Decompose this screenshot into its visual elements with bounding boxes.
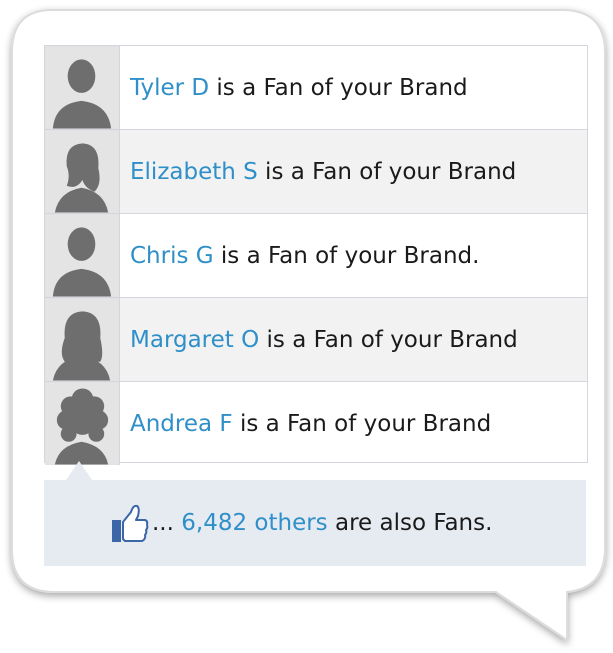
- thumbs-up-icon[interactable]: [111, 502, 149, 544]
- fan-list: Tyler D is a Fan of your Brand Elizabeth…: [44, 45, 588, 465]
- footer-suffix: are also Fans.: [327, 510, 493, 536]
- fan-suffix: is a Fan of your Brand: [257, 158, 517, 185]
- footer-prefix: ...: [152, 510, 182, 536]
- male-avatar-icon: [45, 46, 120, 129]
- fan-name-link[interactable]: Elizabeth S: [130, 159, 258, 185]
- fan-row[interactable]: Andrea F is a Fan of your Brand: [45, 382, 587, 465]
- fan-text: Andrea F is a Fan of your Brand: [130, 382, 491, 465]
- fan-suffix: is a Fan of your Brand: [209, 74, 468, 101]
- fan-text: Tyler D is a Fan of your Brand: [130, 46, 468, 129]
- fan-text: Elizabeth S is a Fan of your Brand: [130, 130, 516, 213]
- fan-name-link[interactable]: Tyler D: [130, 75, 209, 101]
- fan-row[interactable]: Tyler D is a Fan of your Brand: [45, 46, 587, 129]
- footer-pointer: [66, 461, 92, 480]
- fan-name-link[interactable]: Margaret O: [130, 327, 259, 353]
- fan-suffix: is a Fan of your Brand.: [213, 242, 480, 269]
- footer-bar: ... 6,482 others are also Fans.: [44, 480, 586, 566]
- fan-row[interactable]: Elizabeth S is a Fan of your Brand: [45, 130, 587, 213]
- fan-row[interactable]: Margaret O is a Fan of your Brand: [45, 298, 587, 381]
- curly-female-avatar-icon: [45, 382, 120, 465]
- fan-text: Chris G is a Fan of your Brand.: [130, 214, 479, 297]
- others-count-link[interactable]: 6,482 others: [181, 510, 327, 536]
- female-avatar-icon: [45, 130, 120, 213]
- fan-name-link[interactable]: Chris G: [130, 243, 214, 269]
- fan-suffix: is a Fan of your Brand: [259, 326, 518, 353]
- fan-row[interactable]: Chris G is a Fan of your Brand.: [45, 214, 587, 297]
- fan-text: Margaret O is a Fan of your Brand: [130, 298, 518, 381]
- fan-name-link[interactable]: Andrea F: [130, 411, 233, 437]
- male-avatar-icon: [45, 214, 120, 297]
- female-avatar-icon: [45, 298, 120, 381]
- footer-text: ... 6,482 others are also Fans.: [152, 480, 492, 566]
- fan-suffix: is a Fan of your Brand: [232, 410, 492, 437]
